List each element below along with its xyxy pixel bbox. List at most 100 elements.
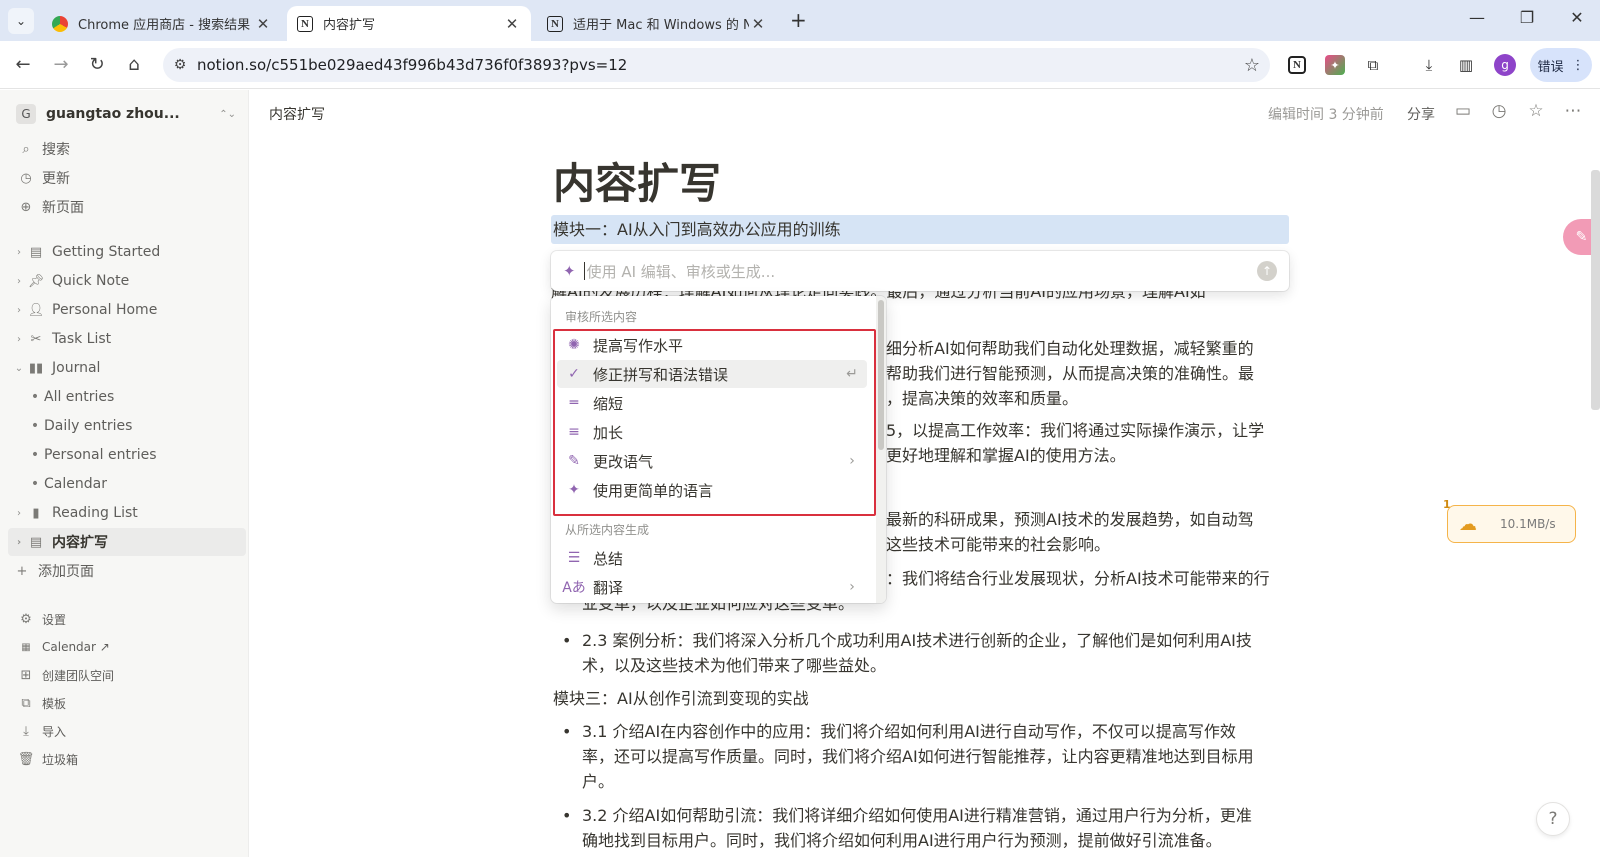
- sidebar-item-personal-home[interactable]: › 👤︎ Personal Home: [8, 296, 246, 324]
- network-speed-widget[interactable]: ☁ 10.1MB/s: [1447, 505, 1576, 543]
- extensions-puzzle-icon[interactable]: ⧉: [1362, 54, 1384, 76]
- chevron-updown-icon: ⌃⌄: [219, 108, 236, 120]
- share-button[interactable]: 分享: [1407, 104, 1435, 124]
- module3-heading[interactable]: 模块三：AI从创作引流到变现的实战: [553, 686, 809, 711]
- sidebar-item-new-page[interactable]: ⊕ 新页面: [8, 193, 246, 221]
- error-label: 错误: [1537, 59, 1564, 75]
- sidebar-item-settings[interactable]: ⚙ 设置: [8, 605, 246, 633]
- site-settings-icon[interactable]: ⚙: [163, 57, 197, 73]
- restore-icon[interactable]: ❐: [1512, 8, 1542, 27]
- tab-search-button[interactable]: ⌄: [8, 8, 34, 34]
- book-icon: ▮: [32, 505, 40, 521]
- new-tab-button[interactable]: +: [790, 8, 807, 32]
- workspace-switcher[interactable]: G guangtao zhou... ⌃⌄: [16, 104, 236, 124]
- sidebar-item-label: Daily entries: [44, 418, 133, 434]
- sidebar-item-personal-entries[interactable]: • Personal entries: [8, 441, 246, 469]
- menu-section-label: 审核所选内容: [565, 310, 638, 324]
- chevron-right-icon[interactable]: ›: [12, 508, 26, 519]
- scrollbar-thumb[interactable]: [878, 300, 884, 450]
- page-scrollbar[interactable]: [1591, 170, 1600, 410]
- help-button[interactable]: ?: [1536, 802, 1570, 836]
- text-line[interactable]: 最新的科研成果，预测AI技术的发展趋势，如自动驾: [886, 507, 1286, 532]
- ai-prompt-input[interactable]: 使用 AI 编辑、审核或生成...: [587, 261, 1257, 282]
- text-line[interactable]: 更好地理解和掌握AI的使用方法。: [886, 443, 1286, 468]
- sidebar-item-calendar[interactable]: • Calendar: [8, 470, 246, 498]
- more-options-icon[interactable]: ⋯: [1562, 101, 1584, 121]
- url-text[interactable]: notion.so/c551be029aed43f996b43d736f0f38…: [197, 56, 1234, 74]
- address-bar[interactable]: ⚙ notion.so/c551be029aed43f996b43d736f0f…: [163, 48, 1270, 82]
- sidebar-item-create-teamspace[interactable]: ⊞ 创建团队空间: [8, 661, 246, 689]
- sidebar-item-task-list[interactable]: › ✂ Task List: [8, 325, 246, 353]
- breadcrumb[interactable]: 内容扩写: [269, 104, 325, 124]
- notion-extension-icon[interactable]: N: [1288, 56, 1306, 74]
- chevron-right-icon[interactable]: ›: [12, 537, 26, 548]
- sidebar-item-current-page[interactable]: › ▤ 内容扩写: [8, 528, 246, 556]
- text-line[interactable]: 细分析AI如何帮助我们自动化处理数据，减轻繁重的: [886, 336, 1286, 361]
- bookmark-star-icon[interactable]: ☆: [1234, 55, 1270, 76]
- edited-time: 编辑时间 3 分钟前: [1268, 107, 1384, 123]
- selected-text-block[interactable]: 模块一：AI从入门到高效办公应用的训练: [551, 215, 1289, 244]
- chevron-right-icon[interactable]: ›: [12, 247, 26, 258]
- menu-item-translate[interactable]: Aあ 翻译 ›: [557, 573, 867, 601]
- text-line[interactable]: 帮助我们进行智能预测，从而提高决策的准确性。最: [886, 361, 1286, 386]
- sidebar-item-reading-list[interactable]: › ▮ Reading List: [8, 499, 246, 527]
- close-icon[interactable]: ✕: [254, 15, 272, 33]
- comment-icon[interactable]: ▭: [1452, 101, 1474, 121]
- bullet-icon: •: [30, 447, 40, 463]
- sidebar-item-getting-started[interactable]: › ▤ Getting Started: [8, 238, 246, 266]
- sidebar-item-journal[interactable]: ⌄ ▮▮ Journal: [8, 354, 246, 382]
- bullet-item-3-2[interactable]: • 3.2 介绍AI如何帮助引流：我们将详细介绍如何使用AI进行精准营销，通过用…: [562, 803, 1292, 853]
- bullet-item-3-1[interactable]: • 3.1 介绍AI在内容创作中的应用：我们将介绍如何利用AI进行自动写作，不仅…: [562, 719, 1292, 794]
- extension-color-icon[interactable]: ✦: [1325, 55, 1345, 75]
- sidebar-item-search[interactable]: ⌕ 搜索: [8, 135, 246, 163]
- tab-notion-download[interactable]: N 适用于 Mac 和 Windows 的 N ✕: [537, 6, 777, 41]
- sidebar-item-daily-entries[interactable]: • Daily entries: [8, 412, 246, 440]
- text-line[interactable]: 5，以提高工作效率：我们将通过实际操作演示，让学: [886, 418, 1286, 443]
- home-icon[interactable]: ⌂: [123, 54, 145, 76]
- tab-title: Chrome 应用商店 - 搜索结果: [78, 18, 251, 33]
- back-icon[interactable]: ←: [12, 54, 34, 76]
- reload-icon[interactable]: ↻: [86, 54, 108, 76]
- sidebar-item-import[interactable]: ⤓ 导入: [8, 717, 246, 745]
- menu-scrollbar[interactable]: [876, 296, 886, 603]
- minimize-icon[interactable]: —: [1462, 8, 1492, 27]
- send-arrow-icon[interactable]: ↑: [1257, 261, 1277, 281]
- chevron-right-icon[interactable]: ›: [12, 334, 26, 345]
- page-icon: ▤: [29, 244, 43, 260]
- history-icon[interactable]: ◷: [1488, 101, 1510, 121]
- sidebar-item-label: Reading List: [52, 505, 138, 521]
- sidebar-item-label: Calendar: [44, 476, 107, 492]
- tab-chrome-store[interactable]: Chrome 应用商店 - 搜索结果 ✕: [42, 6, 282, 41]
- page-title[interactable]: 内容扩写: [553, 150, 721, 211]
- menu-item-summarize[interactable]: ☰ 总结: [557, 544, 867, 572]
- profile-avatar[interactable]: g: [1494, 54, 1516, 76]
- favorite-star-icon[interactable]: ☆: [1525, 101, 1547, 121]
- sidebar-item-updates[interactable]: ◷ 更新: [8, 164, 246, 192]
- tab-active[interactable]: N 内容扩写 ✕: [287, 6, 531, 41]
- menu-item-label: 翻译: [593, 578, 624, 597]
- close-icon[interactable]: ✕: [749, 15, 767, 33]
- sidebar-item-calendar-app[interactable]: ▦ Calendar ↗: [8, 633, 246, 661]
- chevron-right-icon[interactable]: ›: [12, 276, 26, 287]
- download-icon[interactable]: ⤓: [1418, 54, 1440, 76]
- tab-strip: ⌄ Chrome 应用商店 - 搜索结果 ✕ N 内容扩写 ✕ N 适用于 Ma…: [0, 0, 1600, 41]
- forward-icon[interactable]: →: [50, 54, 72, 76]
- chevron-down-icon[interactable]: ⌄: [12, 363, 26, 374]
- text-line[interactable]: ，提高决策的效率和质量。: [886, 386, 1286, 411]
- window-close-icon[interactable]: ✕: [1562, 8, 1592, 27]
- sidebar-item-all-entries[interactable]: • All entries: [8, 383, 246, 411]
- chevron-right-icon[interactable]: ›: [12, 305, 26, 316]
- sidebar-item-label: 创建团队空间: [42, 668, 115, 683]
- bullet-item-2-3[interactable]: • 2.3 案例分析：我们将深入分析几个成功利用AI技术进行创新的企业，了解他们…: [562, 628, 1292, 678]
- sidebar-item-label: Personal Home: [52, 302, 158, 318]
- ai-prompt-box[interactable]: ✦ 使用 AI 编辑、审核或生成... ↑: [551, 251, 1289, 291]
- error-button[interactable]: 错误 ⋮: [1530, 48, 1592, 82]
- sidebar-item-quick-note[interactable]: › 📌︎ Quick Note: [8, 267, 246, 295]
- side-panel-icon[interactable]: ▥: [1455, 54, 1477, 76]
- text-line[interactable]: ：我们将结合行业发展现状，分析AI技术可能带来的行: [886, 566, 1286, 591]
- sidebar-item-add-page[interactable]: + 添加页面: [8, 557, 246, 585]
- sidebar-item-templates[interactable]: ⧉ 模板: [8, 689, 246, 717]
- sidebar-item-trash[interactable]: 🗑︎ 垃圾箱: [8, 745, 246, 773]
- close-icon[interactable]: ✕: [503, 15, 521, 33]
- text-line[interactable]: 这些技术可能带来的社会影响。: [886, 532, 1286, 557]
